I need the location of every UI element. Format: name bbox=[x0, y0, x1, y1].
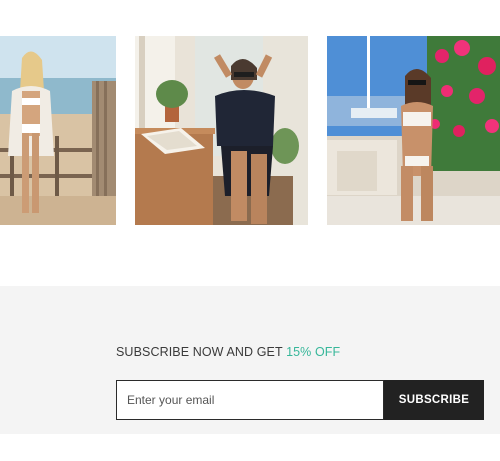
gallery-image-balcony[interactable] bbox=[135, 36, 308, 225]
poolside-photo bbox=[327, 36, 500, 225]
instagram-gallery bbox=[0, 36, 500, 225]
newsletter-signup: SUBSCRIBE NOW AND GET 15% OFF SUBSCRIBE bbox=[0, 286, 500, 434]
newsletter-offer-text: 15% OFF bbox=[286, 345, 341, 359]
newsletter-heading: SUBSCRIBE NOW AND GET 15% OFF bbox=[116, 345, 340, 359]
subscribe-button[interactable]: SUBSCRIBE bbox=[384, 380, 484, 420]
balcony-photo bbox=[135, 36, 308, 225]
email-input[interactable] bbox=[116, 380, 384, 420]
page-top-area bbox=[0, 0, 500, 36]
gallery-image-poolside[interactable] bbox=[327, 36, 500, 225]
page-bottom-area bbox=[0, 434, 500, 461]
newsletter-heading-text: SUBSCRIBE NOW AND GET bbox=[116, 345, 287, 359]
gallery-image-beach[interactable] bbox=[0, 36, 116, 225]
beach-photo bbox=[0, 36, 116, 225]
